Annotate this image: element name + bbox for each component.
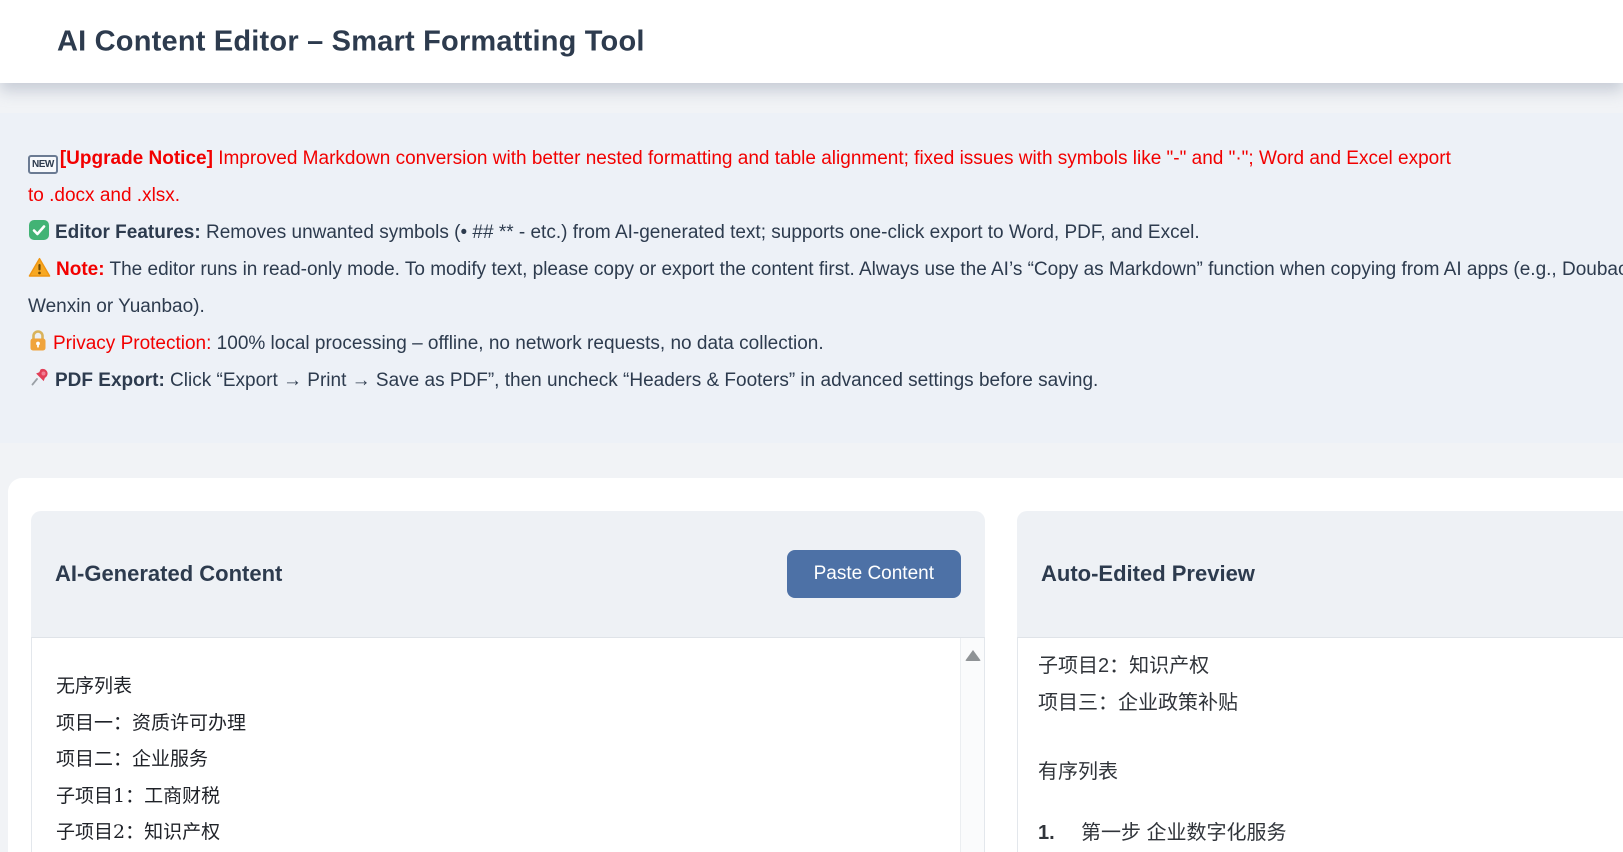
new-icon: NEW xyxy=(28,155,58,174)
notice-item-2-cont: Wenxin or Yuanbao). xyxy=(28,288,1623,325)
raw-content-line: 项目二：企业服务 xyxy=(56,741,944,778)
check-icon xyxy=(28,219,50,241)
preview-title: Auto-Edited Preview xyxy=(1041,561,1255,587)
page-title: AI Content Editor – Smart Formatting Too… xyxy=(57,25,645,58)
preview-ordered-item: 1.第一步 企业数字化服务 xyxy=(1038,815,1623,852)
notice-text-segment: The editor runs in read-only mode. To mo… xyxy=(105,259,1623,280)
raw-content-line: 项目一：资质许可办理 xyxy=(56,705,944,742)
lock-icon xyxy=(28,329,48,352)
raw-content-line: 子项目1：工商财税 xyxy=(56,778,944,815)
notice-text-segment: [Upgrade Notice] xyxy=(60,148,213,169)
notice-text-segment: Removes unwanted symbols (• ## ** - etc.… xyxy=(201,222,1200,243)
raw-content-line: 无序列表 xyxy=(56,668,944,705)
main-card: AI-Generated Content Paste Content 无序列表项… xyxy=(8,478,1623,852)
preview-spacer xyxy=(1038,722,1623,754)
notice-text-segment: to .docx and .xlsx. xyxy=(28,185,180,206)
preview-line: 子项目2：知识产权 xyxy=(1038,648,1623,685)
notice-text-segment: Privacy Protection: xyxy=(53,333,211,354)
pin-icon xyxy=(28,366,50,389)
notice-item-0: NEW[Upgrade Notice] Improved Markdown co… xyxy=(28,140,1623,177)
scroll-up-icon[interactable] xyxy=(965,650,981,661)
notice-item-0-cont: to .docx and .xlsx. xyxy=(28,177,1623,214)
notice-item-1: Editor Features: Removes unwanted symbol… xyxy=(28,214,1623,251)
preview-body[interactable]: 子项目2：知识产权项目三：企业政策补贴有序列表 1.第一步 企业数字化服务 xyxy=(1017,637,1623,852)
notice-item-2: Note: The editor runs in read-only mode.… xyxy=(28,251,1623,288)
preview-panel-header: Auto-Edited Preview xyxy=(1017,511,1623,637)
ai-content-panel-header: AI-Generated Content Paste Content xyxy=(31,511,985,637)
notice-text-segment: Editor Features: xyxy=(55,222,201,243)
preview-panel: Auto-Edited Preview 子项目2：知识产权项目三：企业政策补贴有… xyxy=(1017,511,1623,852)
notice-text-segment: 100% local processing – offline, no netw… xyxy=(211,333,823,354)
preview-line: 有序列表 xyxy=(1038,754,1623,791)
ai-content-panel: AI-Generated Content Paste Content 无序列表项… xyxy=(31,511,985,852)
preview-spacer xyxy=(1038,791,1623,815)
raw-content-text: 无序列表项目一：资质许可办理项目二：企业服务子项目1：工商财税子项目2：知识产权 xyxy=(32,638,984,852)
notice-text-segment: PDF Export: xyxy=(55,370,165,391)
paste-content-button[interactable]: Paste Content xyxy=(787,550,961,598)
app-header: AI Content Editor – Smart Formatting Too… xyxy=(0,0,1623,83)
raw-content-line: 子项目2：知识产权 xyxy=(56,814,944,851)
notice-text-segment: Wenxin or Yuanbao). xyxy=(28,296,205,317)
warning-icon xyxy=(28,257,51,278)
ai-content-title: AI-Generated Content xyxy=(55,561,282,587)
scrollbar[interactable] xyxy=(960,638,984,852)
preview-text: 子项目2：知识产权项目三：企业政策补贴有序列表 1.第一步 企业数字化服务 xyxy=(1018,638,1623,852)
notice-text-segment: Click “Export → Print → Save as PDF”, th… xyxy=(165,370,1099,391)
notice-text-segment: Improved Markdown conversion with better… xyxy=(213,148,1451,169)
ai-content-body[interactable]: 无序列表项目一：资质许可办理项目二：企业服务子项目1：工商财税子项目2：知识产权 xyxy=(31,637,985,852)
preview-line: 项目三：企业政策补贴 xyxy=(1038,685,1623,722)
notice-item-3: Privacy Protection: 100% local processin… xyxy=(28,325,1623,362)
notice-panel: NEW[Upgrade Notice] Improved Markdown co… xyxy=(0,113,1623,443)
ordered-item-number: 1. xyxy=(1038,815,1081,852)
notice-text-segment: Note: xyxy=(56,259,105,280)
notice-item-4: PDF Export: Click “Export → Print → Save… xyxy=(28,362,1623,399)
